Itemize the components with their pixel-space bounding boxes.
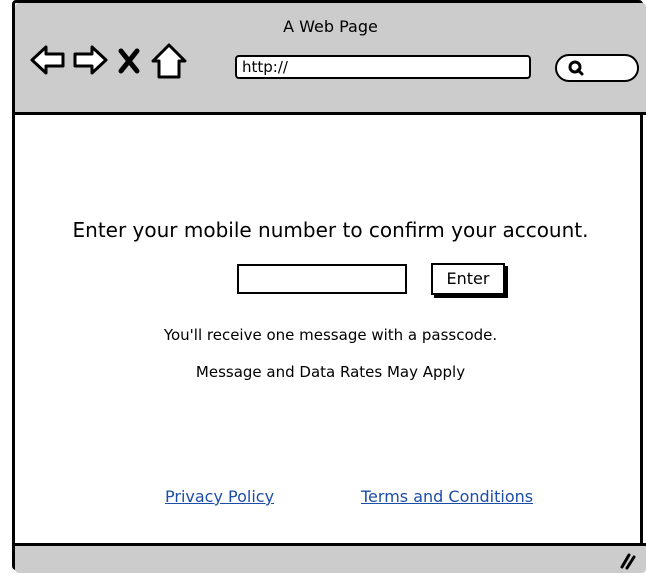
window-title: A Web Page xyxy=(283,17,378,36)
left-arrow-icon[interactable] xyxy=(29,41,67,79)
enter-button[interactable]: Enter xyxy=(431,263,505,295)
mobile-number-input[interactable] xyxy=(237,264,407,294)
browser-window: A Web Page http:// Enter your mobile num… xyxy=(12,0,646,576)
privacy-policy-link[interactable]: Privacy Policy xyxy=(165,487,274,506)
terms-and-conditions-link[interactable]: Terms and Conditions xyxy=(361,487,533,506)
browser-toolbar: A Web Page http:// xyxy=(15,3,646,115)
rates-info-text: Message and Data Rates May Apply xyxy=(195,363,466,381)
home-icon[interactable] xyxy=(149,41,189,79)
close-icon[interactable] xyxy=(115,41,145,79)
status-bar xyxy=(15,543,646,573)
resize-grip-icon[interactable] xyxy=(614,550,636,574)
passcode-info-text: You'll receive one message with a passco… xyxy=(163,326,498,344)
search-icon xyxy=(567,59,585,81)
url-input[interactable]: http:// xyxy=(235,55,531,79)
search-input[interactable] xyxy=(555,54,639,82)
right-arrow-icon[interactable] xyxy=(71,41,109,79)
window-frame: A Web Page http:// Enter your mobile num… xyxy=(12,0,646,573)
page-prompt: Enter your mobile number to confirm your… xyxy=(72,218,589,242)
